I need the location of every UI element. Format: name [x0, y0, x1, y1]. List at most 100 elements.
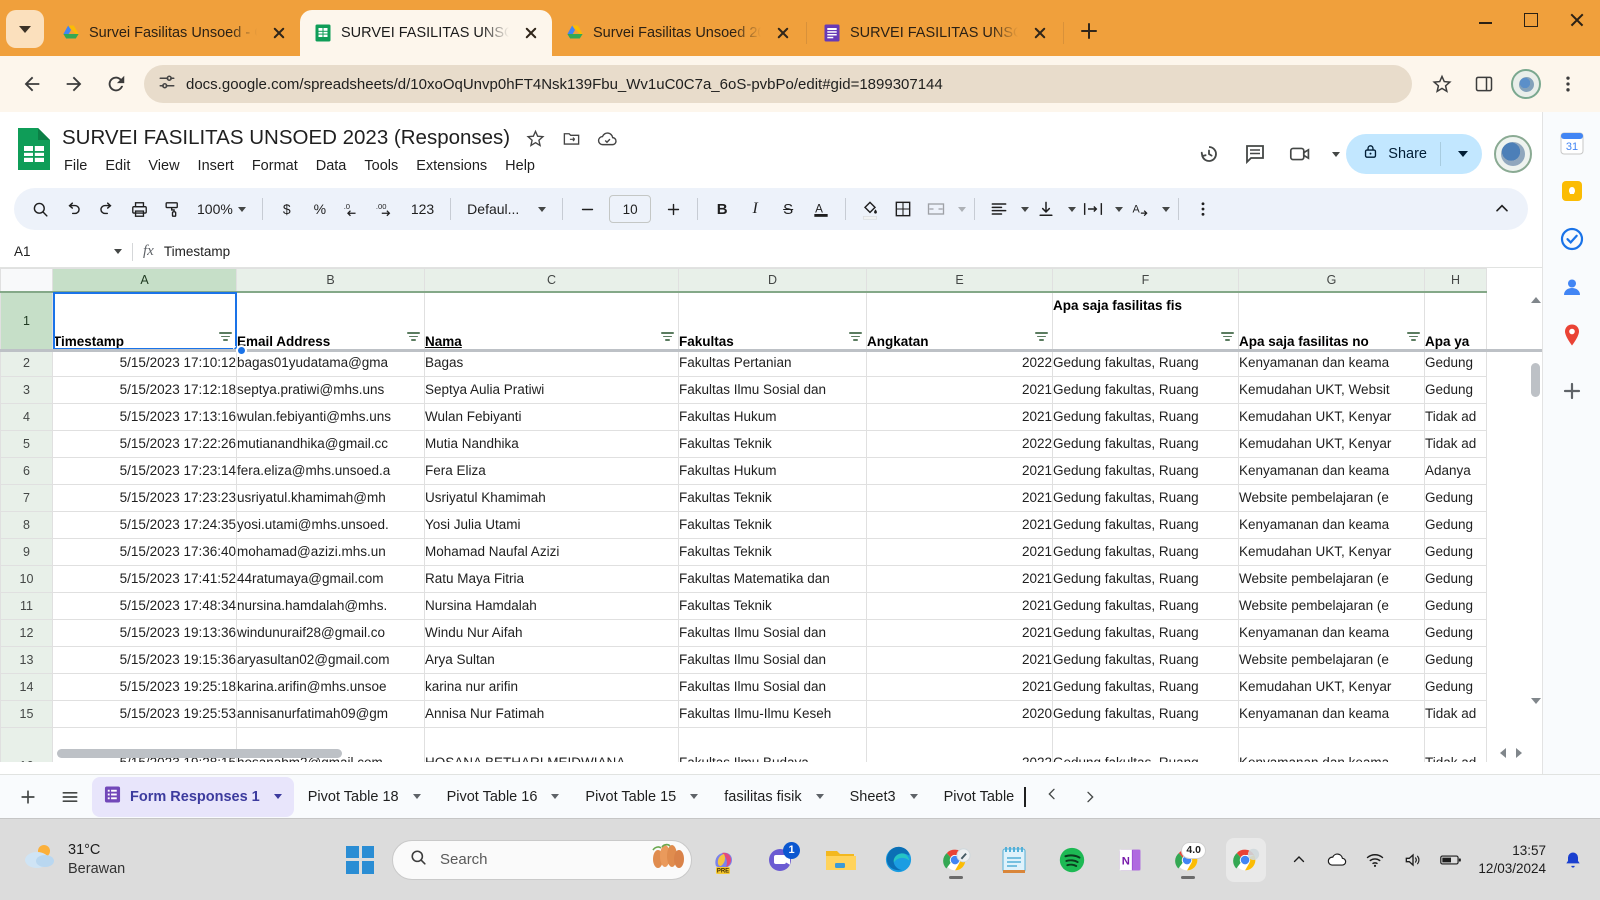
cell-H15[interactable]: Tidak ad	[1424, 700, 1487, 728]
cell-F13[interactable]: Gedung fakultas, Ruang	[1052, 646, 1239, 674]
cell-F14[interactable]: Gedung fakultas, Ruang	[1052, 673, 1239, 701]
bold-button[interactable]: B	[706, 193, 738, 225]
cell-H13[interactable]: Gedung	[1424, 646, 1487, 674]
strikethrough-button[interactable]: S	[772, 193, 804, 225]
all-sheets-button[interactable]	[50, 777, 90, 817]
menu-file[interactable]: File	[56, 155, 95, 177]
cell-F2[interactable]: Gedung fakultas, Ruang	[1052, 349, 1239, 377]
table-row[interactable]: 6 5/15/2023 17:23:14 fera.eliza@mhs.unsoed…	[0, 457, 1487, 485]
column-header-h[interactable]: H	[1424, 268, 1487, 293]
cell-E5[interactable]: 2022	[866, 430, 1053, 458]
cell-F8[interactable]: Gedung fakultas, Ruang	[1052, 511, 1239, 539]
show-hidden-icons[interactable]	[1288, 849, 1310, 871]
cell-C6[interactable]: Fera Eliza	[424, 457, 679, 485]
cell-H6[interactable]: Adanya	[1424, 457, 1487, 485]
tab-search-button[interactable]	[6, 10, 44, 48]
filter-icon[interactable]	[407, 332, 420, 342]
cell-D11[interactable]: Fakultas Teknik	[678, 592, 867, 620]
cell-D14[interactable]: Fakultas Ilmu Sosial dan	[678, 673, 867, 701]
row-header-9[interactable]: 9	[0, 538, 53, 566]
row-header-7[interactable]: 7	[0, 484, 53, 512]
cell-B4[interactable]: wulan.febiyanti@mhs.uns	[236, 403, 425, 431]
comment-icon[interactable]	[1235, 134, 1275, 174]
cell-G14[interactable]: Kemudahan UKT, Kenyar	[1238, 673, 1425, 701]
select-all-corner[interactable]	[0, 268, 53, 293]
cell-C15[interactable]: Annisa Nur Fatimah	[424, 700, 679, 728]
volume-icon[interactable]	[1402, 849, 1424, 871]
column-header-b[interactable]: B	[236, 268, 425, 293]
horizontal-scroll-thumb[interactable]	[57, 748, 342, 758]
text-color-button[interactable]: A	[805, 193, 837, 225]
cell-C14[interactable]: karina nur arifin	[424, 673, 679, 701]
cell-A5[interactable]: 5/15/2023 17:22:26	[52, 430, 237, 458]
site-settings-icon[interactable]	[158, 73, 176, 96]
table-row[interactable]: 14 5/15/2023 19:25:18 karina.arifin@mhs.un…	[0, 673, 1487, 701]
scroll-up-arrow[interactable]	[1530, 293, 1541, 307]
file-explorer-icon[interactable]	[820, 838, 860, 882]
print-icon[interactable]	[123, 193, 155, 225]
reload-button[interactable]	[96, 64, 136, 104]
forward-button[interactable]	[54, 64, 94, 104]
horizontal-scrollbar[interactable]	[0, 744, 1542, 762]
cell-B14[interactable]: karina.arifin@mhs.unsoe	[236, 673, 425, 701]
wifi-icon[interactable]	[1364, 849, 1386, 871]
cell-D15[interactable]: Fakultas Ilmu-Ilmu Keseh	[678, 700, 867, 728]
filter-icon[interactable]	[849, 332, 862, 342]
row-header-1[interactable]: 1	[0, 291, 53, 350]
cell-A14[interactable]: 5/15/2023 19:25:18	[52, 673, 237, 701]
cell-C2[interactable]: Bagas	[424, 349, 679, 377]
chevron-down-icon[interactable]	[1068, 206, 1077, 212]
italic-button[interactable]: I	[739, 193, 771, 225]
cell-F3[interactable]: Gedung fakultas, Ruang	[1052, 376, 1239, 404]
cell-G2[interactable]: Kenyamanan dan keama	[1238, 349, 1425, 377]
cell-E2[interactable]: 2022	[866, 349, 1053, 377]
name-box[interactable]: A1	[0, 244, 122, 259]
chevron-down-icon[interactable]	[1115, 206, 1124, 212]
cell-E10[interactable]: 2021	[866, 565, 1053, 593]
chevron-down-icon[interactable]	[412, 794, 421, 799]
cell-E4[interactable]: 2021	[866, 403, 1053, 431]
sheet-tab-form-responses-1[interactable]: Form Responses 1	[92, 776, 294, 817]
sheet-tab-pivot-table-16[interactable]: Pivot Table 16	[435, 777, 572, 817]
column-header-f[interactable]: F	[1052, 268, 1239, 293]
sheet-tab-pivot-table-18[interactable]: Pivot Table 18	[296, 777, 433, 817]
chevron-down-icon[interactable]	[551, 794, 560, 799]
cell-A9[interactable]: 5/15/2023 17:36:40	[52, 538, 237, 566]
table-row[interactable]: 2 5/15/2023 17:10:12 bagas01yudatama@gma Ba…	[0, 349, 1487, 377]
cell-G6[interactable]: Kenyamanan dan keama	[1238, 457, 1425, 485]
column-header-e[interactable]: E	[866, 268, 1053, 293]
cell-E12[interactable]: 2021	[866, 619, 1053, 647]
google-maps-icon[interactable]	[1559, 322, 1585, 348]
cell-B12[interactable]: windunuraif28@gmail.co	[236, 619, 425, 647]
more-formats-button[interactable]: 123	[403, 193, 442, 225]
increase-decimal-button[interactable]: .00	[370, 193, 402, 225]
paint-format-icon[interactable]	[156, 193, 188, 225]
table-row[interactable]: 13 5/15/2023 19:15:36 aryasultan02@gmail.c…	[0, 646, 1487, 674]
cell-D8[interactable]: Fakultas Teknik	[678, 511, 867, 539]
cell-G15[interactable]: Kenyamanan dan keama	[1238, 700, 1425, 728]
cell-E14[interactable]: 2021	[866, 673, 1053, 701]
increase-font-size-button[interactable]	[657, 193, 689, 225]
sheet-tab-sheet3[interactable]: Sheet3	[838, 777, 930, 817]
cell-A3[interactable]: 5/15/2023 17:12:18	[52, 376, 237, 404]
scroll-down-arrow[interactable]	[1530, 694, 1541, 708]
cell-H8[interactable]: Gedung	[1424, 511, 1487, 539]
column-header-g[interactable]: G	[1238, 268, 1425, 293]
weather-widget[interactable]: 31°C Berawan	[0, 841, 340, 879]
cell-A7[interactable]: 5/15/2023 17:23:23	[52, 484, 237, 512]
table-row[interactable]: 9 5/15/2023 17:36:40 mohamad@azizi.mhs.un M…	[0, 538, 1487, 566]
cell-H5[interactable]: Tidak ad	[1424, 430, 1487, 458]
cell-B15[interactable]: annisanurfatimah09@gm	[236, 700, 425, 728]
cell-D3[interactable]: Fakultas Ilmu Sosial dan	[678, 376, 867, 404]
scroll-right-arrow[interactable]	[1516, 748, 1522, 758]
cell-e1[interactable]: Angkatan	[866, 291, 1053, 350]
cell-A8[interactable]: 5/15/2023 17:24:35	[52, 511, 237, 539]
cell-F7[interactable]: Gedung fakultas, Ruang	[1052, 484, 1239, 512]
menu-edit[interactable]: Edit	[97, 155, 138, 177]
filter-icon[interactable]	[1035, 332, 1048, 342]
onedrive-icon[interactable]	[1326, 849, 1348, 871]
start-button[interactable]	[340, 838, 380, 882]
cell-A2[interactable]: 5/15/2023 17:10:12	[52, 349, 237, 377]
font-family-selector[interactable]: Defaul...	[459, 193, 554, 225]
decrease-font-size-button[interactable]	[571, 193, 603, 225]
